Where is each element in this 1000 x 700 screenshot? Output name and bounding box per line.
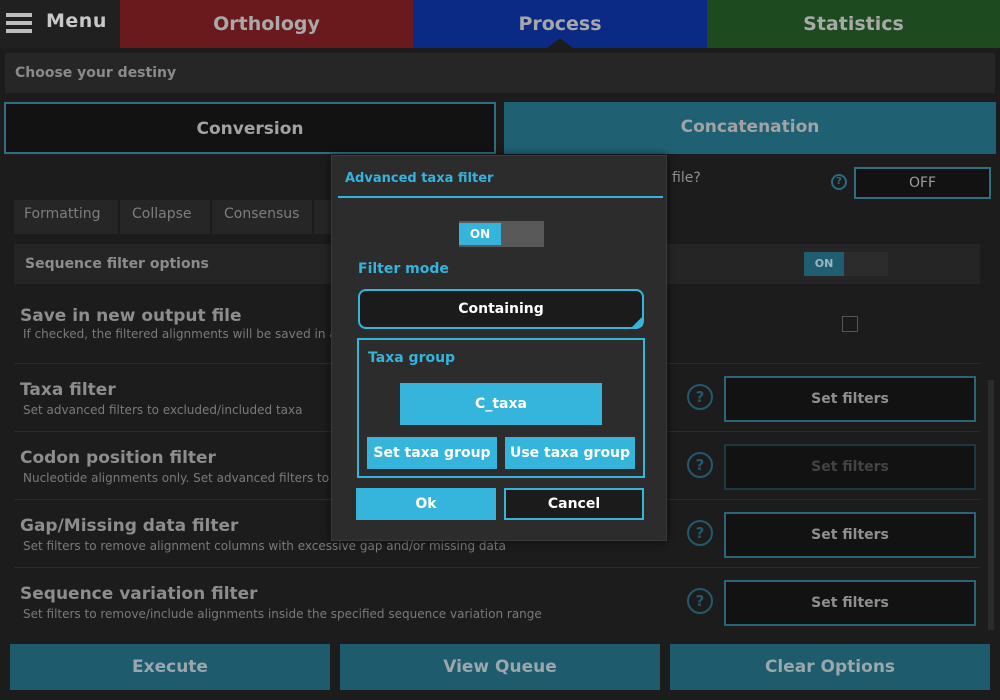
help-icon[interactable]: ?	[687, 384, 713, 410]
taxa-group-selector[interactable]: C_taxa	[400, 383, 602, 425]
help-icon[interactable]: ?	[831, 174, 847, 190]
filter-title: Codon position filter	[20, 448, 216, 468]
subtab-collapse[interactable]: Collapse	[120, 200, 210, 234]
tab-statistics[interactable]: Statistics	[707, 0, 1000, 48]
taxa-filter-toggle[interactable]: ON	[459, 221, 544, 247]
sequence-filter-toggle[interactable]: ON	[804, 252, 888, 276]
taxa-group-label: Taxa group	[368, 350, 456, 366]
subtab-formatting[interactable]: Formatting	[14, 200, 118, 234]
dropdown-corner-icon	[632, 317, 642, 327]
single-file-toggle[interactable]: OFF	[854, 167, 991, 199]
filter-title: Taxa filter	[20, 380, 116, 400]
toggle-off-area	[501, 221, 544, 247]
gap-set-filters-button[interactable]: Set filters	[724, 512, 976, 558]
hamburger-icon	[6, 13, 32, 33]
ok-button[interactable]: Ok	[356, 488, 496, 520]
tab-statistics-label: Statistics	[803, 13, 904, 35]
conversion-button[interactable]: Conversion	[4, 102, 496, 154]
taxa-group-panel: Taxa group C_taxa Set taxa group Use tax…	[357, 338, 645, 478]
scrollbar[interactable]	[988, 380, 994, 630]
filter-mode-value: Containing	[458, 301, 544, 317]
advanced-taxa-filter-dialog: Advanced taxa filter ON Filter mode Cont…	[331, 155, 667, 541]
filter-row-variation: Sequence variation filter Set filters to…	[14, 568, 980, 636]
tab-process-label: Process	[518, 13, 602, 35]
use-taxa-group-button[interactable]: Use taxa group	[505, 437, 635, 469]
single-file-question: file?	[672, 170, 701, 186]
filter-title: Save in new output file	[20, 306, 242, 326]
help-icon[interactable]: ?	[687, 588, 713, 614]
variation-set-filters-button[interactable]: Set filters	[724, 580, 976, 626]
filter-description: Set filters to remove alignment columns …	[23, 539, 506, 553]
filter-mode-dropdown[interactable]: Containing	[358, 289, 644, 329]
codon-set-filters-button[interactable]: Set filters	[724, 444, 976, 490]
filter-description: Set filters to remove/include alignments…	[23, 607, 542, 621]
toggle-on-label: ON	[804, 252, 844, 276]
menu-label: Menu	[46, 10, 107, 32]
set-taxa-group-button[interactable]: Set taxa group	[367, 437, 497, 469]
clear-options-button[interactable]: Clear Options	[670, 644, 990, 690]
filter-description: Set advanced filters to excluded/include…	[23, 403, 303, 417]
active-tab-indicator	[547, 38, 573, 48]
help-icon[interactable]: ?	[687, 520, 713, 546]
tab-orthology[interactable]: Orthology	[120, 0, 413, 48]
destiny-header: Choose your destiny	[5, 53, 995, 93]
execute-button[interactable]: Execute	[10, 644, 330, 690]
taxa-set-filters-button[interactable]: Set filters	[724, 376, 976, 422]
tab-orthology-label: Orthology	[213, 13, 320, 35]
filter-mode-label: Filter mode	[358, 261, 449, 277]
concatenation-button[interactable]: Concatenation	[504, 102, 996, 154]
filter-description: If checked, the filtered alignments will…	[23, 327, 352, 341]
filter-title: Gap/Missing data filter	[20, 516, 239, 536]
view-queue-button[interactable]: View Queue	[340, 644, 660, 690]
subtab-consensus[interactable]: Consensus	[212, 200, 312, 234]
save-output-checkbox[interactable]	[842, 316, 858, 332]
help-icon[interactable]: ?	[687, 452, 713, 478]
menu-button[interactable]: Menu	[0, 0, 120, 48]
filter-description: Nucleotide alignments only. Set advanced…	[23, 471, 354, 485]
toggle-on-label: ON	[459, 223, 501, 245]
tab-process[interactable]: Process	[413, 0, 707, 48]
dialog-title-divider	[338, 196, 663, 198]
dialog-title: Advanced taxa filter	[345, 171, 494, 186]
top-nav: Menu Orthology Process Statistics	[0, 0, 1000, 48]
filter-title: Sequence variation filter	[20, 584, 258, 604]
cancel-button[interactable]: Cancel	[504, 488, 644, 520]
